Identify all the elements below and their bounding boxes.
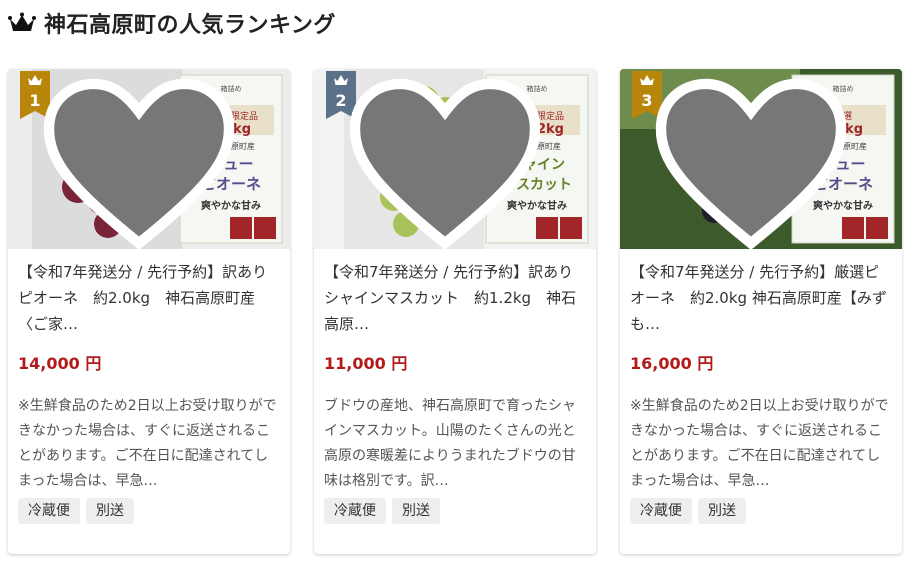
heart-icon[interactable] — [620, 77, 892, 257]
heart-icon[interactable] — [314, 77, 586, 257]
product-ranking-list: 箱詰め 訳あり限定品 約2kg 神石高原町産 ニュー ピオーネ 爽やかな甘み 1… — [8, 69, 908, 559]
crown-icon — [8, 12, 36, 31]
product-card[interactable]: 箱詰め 訳あり限定品 約2kg 神石高原町産 ニュー ピオーネ 爽やかな甘み 1… — [8, 69, 290, 554]
product-description: ブドウの産地、神石高原町で育ったシャインマスカット。山陽のたくさんの光と高原の寒… — [324, 398, 576, 489]
product-card[interactable]: 箱詰め 訳あり限定品 約1.2kg 神石高原町産 シャイン マスカット 爽やかな… — [314, 69, 596, 554]
tag-refrigerated: 冷蔵便 — [324, 498, 386, 524]
product-image[interactable]: 箱詰め 訳あり限定品 約2kg 神石高原町産 ニュー ピオーネ 爽やかな甘み 1 — [8, 69, 290, 250]
product-description: ※生鮮食品のため2日以上お受け取りができなかった場合は、すぐに返送されることがあ… — [18, 398, 277, 489]
tag-separate-shipping: 別送 — [86, 498, 134, 524]
product-description: ※生鮮食品のため2日以上お受け取りができなかった場合は、すぐに返送されることがあ… — [630, 398, 889, 489]
product-title[interactable]: 【令和7年発送分 / 先行予約】訳ありシャインマスカット 約1.2kg 神石高原… — [324, 259, 588, 337]
product-price: 14,000 円 — [18, 354, 102, 373]
heart-icon[interactable] — [8, 77, 280, 257]
tag-separate-shipping: 別送 — [392, 498, 440, 524]
tag-refrigerated: 冷蔵便 — [630, 498, 692, 524]
product-card[interactable]: 箱詰め 厳選 約2kg 神石高原町産 ニュー ピオーネ 爽やかな甘み 3 【令和… — [620, 69, 902, 554]
product-title[interactable]: 【令和7年発送分 / 先行予約】訳ありピオーネ 約2.0kg 神石高原町産〈ご家… — [18, 259, 282, 337]
product-price: 16,000 円 — [630, 354, 714, 373]
tag-list: 冷蔵便 別送 — [630, 498, 746, 524]
tag-list: 冷蔵便 別送 — [324, 498, 440, 524]
page-title: 神石高原町の人気ランキング — [44, 13, 336, 38]
product-price: 11,000 円 — [324, 354, 408, 373]
product-image[interactable]: 箱詰め 訳あり限定品 約1.2kg 神石高原町産 シャイン マスカット 爽やかな… — [314, 69, 596, 250]
tag-separate-shipping: 別送 — [698, 498, 746, 524]
tag-list: 冷蔵便 別送 — [18, 498, 134, 524]
product-title[interactable]: 【令和7年発送分 / 先行予約】厳選ピオーネ 約2.0kg 神石高原町産【みずも… — [630, 259, 894, 337]
product-image[interactable]: 箱詰め 厳選 約2kg 神石高原町産 ニュー ピオーネ 爽やかな甘み 3 — [620, 69, 902, 250]
tag-refrigerated: 冷蔵便 — [18, 498, 80, 524]
ranking-heading: 神石高原町の人気ランキング — [8, 8, 336, 38]
